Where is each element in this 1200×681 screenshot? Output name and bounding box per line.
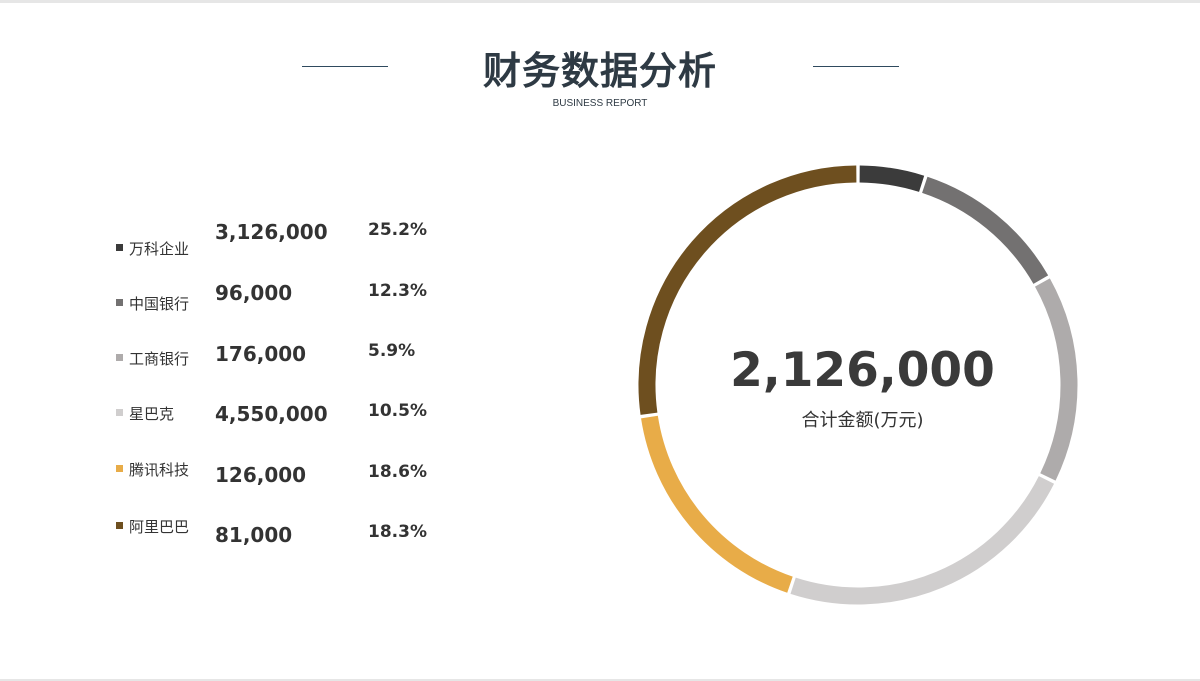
title-decor-line-right — [813, 66, 899, 67]
donut-slice-1 — [859, 165, 925, 192]
legend-percent: 5.9% — [368, 341, 416, 361]
legend-swatch — [116, 465, 123, 472]
legend-row-wanke: 万科企业 3,126,000 25.2% — [0, 219, 560, 259]
donut-center-label: 合计金额(万元) — [801, 410, 924, 431]
legend-value: 3,126,000 — [215, 220, 328, 244]
donut-slice-4 — [790, 476, 1055, 605]
legend-value: 4,550,000 — [215, 402, 328, 426]
legend-label: 腾讯科技 — [129, 461, 190, 479]
donut-center-value: 2,126,000 — [730, 343, 995, 398]
legend-label: 阿里巴巴 — [129, 518, 190, 536]
legend-row-icbc: 工商银行 176,000 5.9% — [0, 341, 560, 381]
legend-percent: 10.5% — [368, 401, 427, 421]
legend-label: 工商银行 — [129, 350, 190, 368]
legend-label: 万科企业 — [129, 240, 190, 258]
donut-slice-5 — [641, 415, 793, 593]
legend-swatch — [116, 409, 123, 416]
legend-percent: 12.3% — [368, 281, 427, 301]
legend-swatch — [116, 299, 123, 306]
legend-label: 星巴克 — [129, 405, 175, 423]
legend-label: 中国银行 — [129, 295, 190, 313]
donut-slice-2 — [922, 176, 1049, 284]
legend-row-starbucks: 星巴克 4,550,000 10.5% — [0, 401, 560, 441]
legend-percent: 18.3% — [368, 522, 427, 542]
legend-swatch — [116, 244, 123, 251]
legend-value: 81,000 — [215, 523, 293, 547]
legend-row-tencent: 腾讯科技 126,000 18.6% — [0, 461, 560, 501]
legend-row-alibaba: 阿里巴巴 81,000 18.3% — [0, 518, 560, 561]
legend-value: 176,000 — [215, 342, 307, 366]
legend-value: 126,000 — [215, 463, 307, 487]
legend-swatch — [116, 354, 123, 361]
chart-legend: 万科企业 3,126,000 25.2% 中国银行 96,000 12.3% 工… — [0, 0, 560, 681]
legend-swatch — [116, 522, 123, 529]
legend-percent: 25.2% — [368, 220, 427, 240]
legend-value: 96,000 — [215, 281, 293, 305]
legend-percent: 18.6% — [368, 462, 427, 482]
legend-row-boc: 中国银行 96,000 12.3% — [0, 280, 560, 320]
